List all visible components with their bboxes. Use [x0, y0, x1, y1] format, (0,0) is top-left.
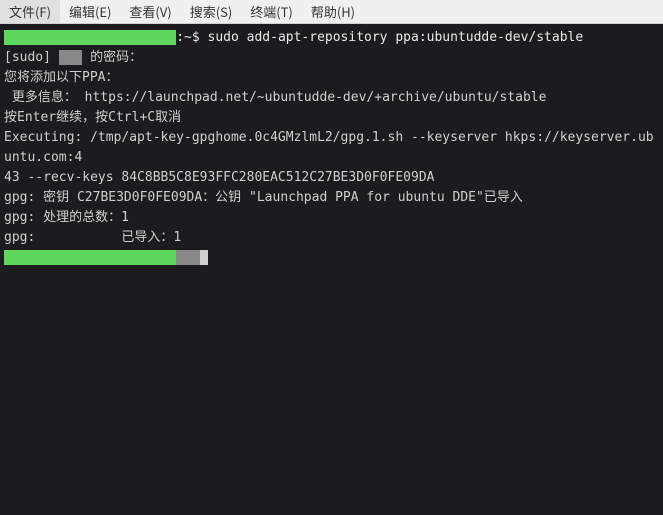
prompt-user-host: xxxxxxxxxxxxxxxxxxxxxx	[4, 250, 176, 265]
menu-search[interactable]: 搜索(S)	[181, 0, 242, 23]
menu-label: 终端(T)	[250, 2, 293, 21]
prompt-user-host: xxxxxxxxxxxxxxxxxxxxxx	[4, 30, 176, 45]
terminal-line: 您将添加以下PPA：	[4, 68, 659, 88]
terminal-area[interactable]: xxxxxxxxxxxxxxxxxxxxxx:~$ sudo add-apt-r…	[0, 24, 663, 515]
menu-label: 查看(V)	[129, 2, 171, 21]
terminal-line: gpg: 密钥 C27BE3D0F0FE09DA：公钥 "Launchpad P…	[4, 188, 659, 208]
terminal-line: 更多信息： https://launchpad.net/~ubuntudde-d…	[4, 88, 659, 108]
sudo-user-redacted: xxx	[59, 50, 82, 65]
terminal-line: Executing: /tmp/apt-key-gpghome.0c4GMzlm…	[4, 128, 659, 168]
terminal-line: xxxxxxxxxxxxxxxxxxxxxx:~$ sudo add-apt-r…	[4, 28, 659, 48]
terminal-line: gpg: 已导入：1	[4, 228, 659, 248]
menu-help[interactable]: 帮助(H)	[302, 0, 364, 23]
menu-label: 编辑(E)	[69, 2, 111, 21]
prompt-suffix: :~$	[176, 30, 207, 45]
menu-label: 搜索(S)	[190, 2, 233, 21]
menu-view[interactable]: 查看(V)	[120, 0, 180, 23]
sudo-suffix: 的密码：	[82, 50, 142, 65]
terminal-command: sudo add-apt-repository ppa:ubuntudde-de…	[208, 30, 584, 45]
menu-edit[interactable]: 编辑(E)	[60, 0, 120, 23]
terminal-cursor	[200, 250, 208, 265]
terminal-line: 43 --recv-keys 84C8BB5C8E93FFC280EAC512C…	[4, 168, 659, 188]
sudo-prefix: [sudo]	[4, 50, 59, 65]
terminal-line: 按Enter继续，按Ctrl+C取消	[4, 108, 659, 128]
prompt-path: xxx	[176, 250, 199, 265]
terminal-line: gpg: 处理的总数：1	[4, 208, 659, 228]
menu-label: 帮助(H)	[311, 2, 355, 21]
menu-terminal[interactable]: 终端(T)	[241, 0, 302, 23]
menubar: 文件(F) 编辑(E) 查看(V) 搜索(S) 终端(T) 帮助(H)	[0, 0, 663, 24]
terminal-line: [sudo] xxx 的密码：	[4, 48, 659, 68]
menu-label: 文件(F)	[9, 2, 51, 21]
terminal-line: xxxxxxxxxxxxxxxxxxxxxxxxx	[4, 248, 659, 268]
menu-file[interactable]: 文件(F)	[0, 0, 60, 23]
